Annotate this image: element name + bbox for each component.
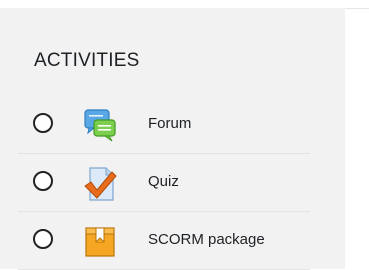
top-divider bbox=[345, 8, 369, 9]
quiz-radio[interactable] bbox=[33, 171, 53, 191]
scorm-package-label: SCORM package bbox=[148, 231, 265, 248]
section-heading: ACTIVITIES bbox=[34, 50, 140, 71]
activity-chooser-panel: ACTIVITIES Forum Quiz SCORM package bbox=[0, 8, 345, 270]
forum-icon bbox=[82, 108, 118, 144]
scorm-package-icon bbox=[82, 224, 118, 260]
activities-list: Forum Quiz SCORM package bbox=[18, 96, 310, 270]
list-item-scorm-package[interactable]: SCORM package bbox=[18, 212, 310, 270]
list-item-quiz[interactable]: Quiz bbox=[18, 154, 310, 212]
quiz-label: Quiz bbox=[148, 173, 179, 190]
forum-label: Forum bbox=[148, 115, 192, 132]
quiz-icon bbox=[82, 166, 118, 202]
scorm-package-radio[interactable] bbox=[33, 229, 53, 249]
forum-radio[interactable] bbox=[33, 113, 53, 133]
list-item-forum[interactable]: Forum bbox=[18, 96, 310, 154]
